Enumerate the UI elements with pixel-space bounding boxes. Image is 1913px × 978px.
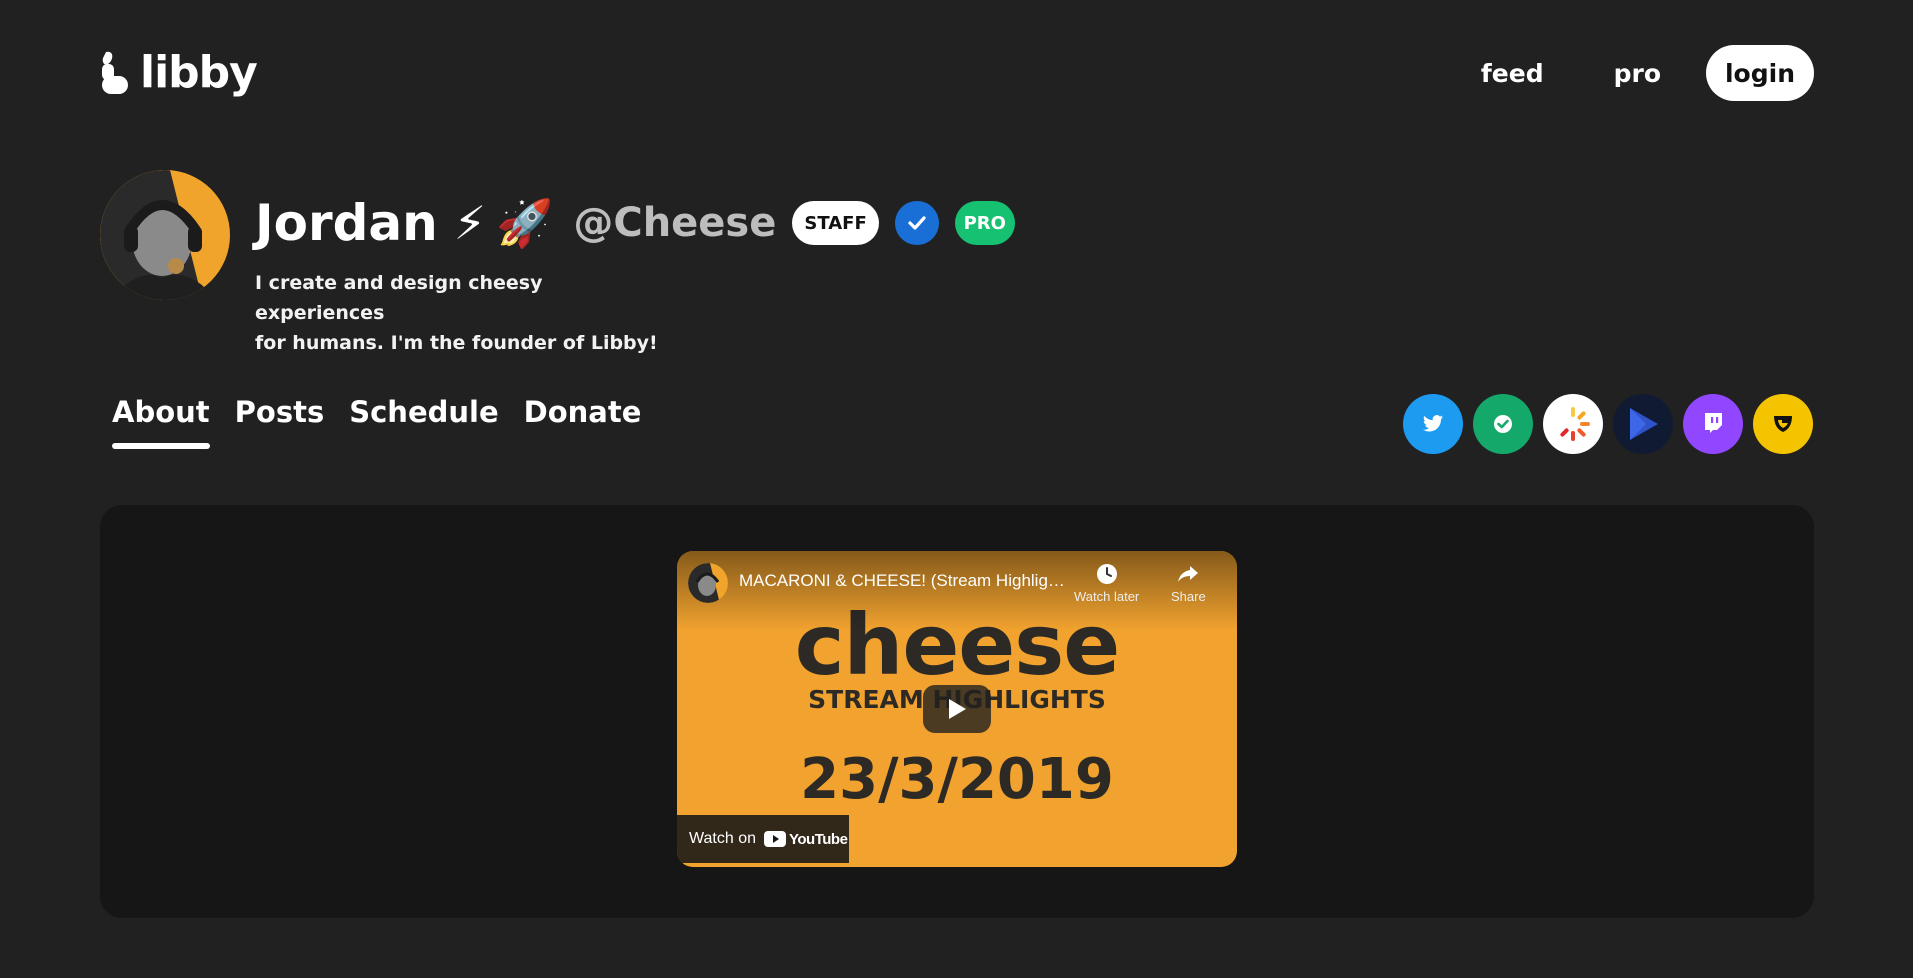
tab-donate[interactable]: Donate bbox=[524, 395, 642, 443]
thumbnail-date: 23/3/2019 bbox=[800, 747, 1114, 812]
spinner-icon[interactable] bbox=[1543, 394, 1603, 454]
nav-feed[interactable]: feed bbox=[1446, 59, 1579, 88]
youtube-embed[interactable]: cheese STREAM HIGHLIGHTS 23/3/2019 MACAR… bbox=[677, 551, 1237, 867]
username-handle: @Cheese bbox=[573, 200, 777, 246]
social-links bbox=[1403, 394, 1813, 454]
rocket-emoji: 🚀 bbox=[496, 196, 554, 250]
twitch-icon[interactable] bbox=[1683, 394, 1743, 454]
clock-icon bbox=[1096, 564, 1117, 584]
bio-line-2: for humans. I'm the founder of Libby! bbox=[255, 332, 658, 354]
guilded-icon[interactable] bbox=[1753, 394, 1813, 454]
share-label: Share bbox=[1171, 589, 1206, 604]
youtube-logo-text: YouTube bbox=[789, 830, 848, 848]
bio: I create and design cheesy experiences f… bbox=[255, 268, 675, 358]
watch-on-youtube[interactable]: Watch on YouTube bbox=[677, 815, 849, 863]
logo[interactable]: libby bbox=[100, 47, 258, 98]
checkmark-icon[interactable] bbox=[1473, 394, 1533, 454]
tab-posts[interactable]: Posts bbox=[235, 395, 325, 443]
about-card: cheese STREAM HIGHLIGHTS 23/3/2019 MACAR… bbox=[100, 505, 1814, 918]
watch-later-button[interactable]: Watch later bbox=[1074, 563, 1139, 604]
tab-schedule[interactable]: Schedule bbox=[349, 395, 498, 443]
staff-badge: STAFF bbox=[792, 201, 879, 245]
header: libby feed pro login bbox=[100, 44, 1814, 102]
nav-pro[interactable]: pro bbox=[1579, 59, 1696, 88]
play-button[interactable] bbox=[923, 685, 991, 733]
video-top-bar bbox=[677, 551, 1237, 631]
youtube-logo-icon: YouTube bbox=[764, 830, 848, 848]
bio-line-1: I create and design cheesy experiences bbox=[255, 272, 543, 324]
watch-later-label: Watch later bbox=[1074, 589, 1140, 604]
display-name: Jordan bbox=[255, 194, 438, 252]
profile-header: Jordan ⚡ 🚀 @Cheese STAFF PRO bbox=[255, 188, 1015, 258]
login-button[interactable]: login bbox=[1706, 45, 1814, 101]
share-icon bbox=[1178, 566, 1199, 582]
pro-badge: PRO bbox=[954, 201, 1015, 245]
profile-tabs: About Posts Schedule Donate bbox=[112, 395, 642, 449]
share-button[interactable]: Share bbox=[1171, 563, 1206, 604]
avatar bbox=[100, 170, 230, 300]
libby-logo-icon bbox=[100, 50, 130, 96]
channel-avatar[interactable] bbox=[688, 563, 728, 603]
logo-text: libby bbox=[140, 47, 258, 98]
twitter-icon[interactable] bbox=[1403, 394, 1463, 454]
play-store-icon[interactable] bbox=[1613, 394, 1673, 454]
video-title[interactable]: MACARONI & CHEESE! (Stream Highlights) bbox=[739, 571, 1069, 591]
lightning-emoji: ⚡ bbox=[453, 196, 487, 250]
top-nav: feed pro login bbox=[1446, 45, 1814, 101]
watch-on-label: Watch on bbox=[689, 830, 756, 847]
play-icon bbox=[949, 699, 966, 719]
tab-about[interactable]: About bbox=[112, 395, 210, 449]
verified-badge-icon bbox=[894, 201, 939, 245]
